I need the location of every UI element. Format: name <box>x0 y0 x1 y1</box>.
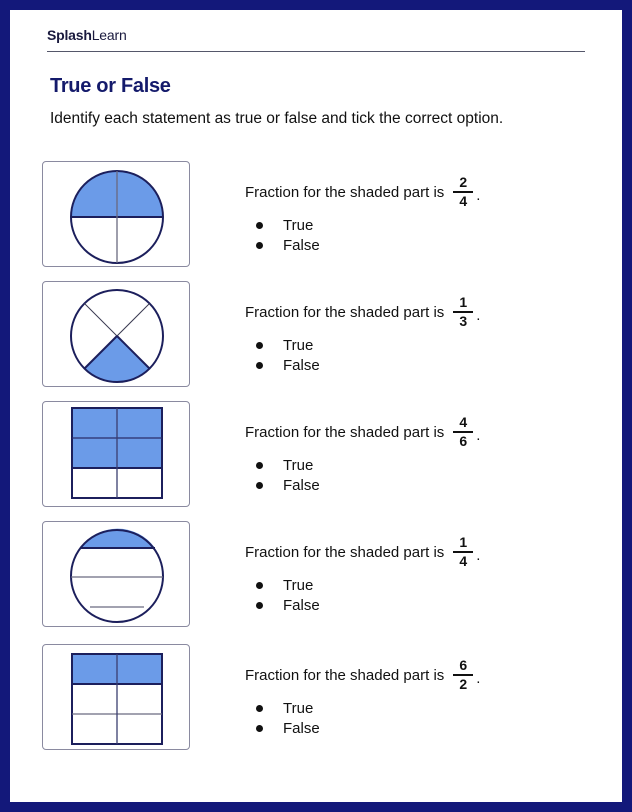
option-label: True <box>283 336 314 354</box>
period: . <box>476 669 481 687</box>
circle-strips-diagram <box>70 528 164 623</box>
period: . <box>476 186 481 204</box>
denominator: 4 <box>459 193 468 209</box>
fraction: 6 2 <box>453 657 474 692</box>
rectangle-grid-diagram <box>71 407 163 499</box>
numerator: 6 <box>459 657 468 673</box>
question-5: Fraction for the shaded part is 6 2 . Tr… <box>42 644 602 752</box>
logo-bold-part: Splash <box>47 27 92 43</box>
figure-4 <box>42 521 190 627</box>
statement-text: Fraction for the shaded part is <box>245 543 445 561</box>
circle-halves-diagram <box>70 170 164 264</box>
statement-5: Fraction for the shaded part is 6 2 . <box>245 658 480 692</box>
question-4: Fraction for the shaded part is 1 4 . Tr… <box>42 521 602 629</box>
option-label: True <box>283 456 314 474</box>
question-2: Fraction for the shaded part is 1 3 . Tr… <box>42 281 602 389</box>
option-label: False <box>283 596 320 614</box>
worksheet-title: True or False <box>50 75 171 97</box>
option-false[interactable]: False <box>252 595 320 615</box>
option-true[interactable]: True <box>252 335 320 355</box>
period: . <box>476 546 481 564</box>
denominator: 3 <box>459 313 468 329</box>
option-true[interactable]: True <box>252 215 320 235</box>
bullet-icon <box>256 221 263 229</box>
numerator: 1 <box>459 294 468 310</box>
worksheet-page: SplashLearn True or False Identify each … <box>10 10 622 802</box>
statement-4: Fraction for the shaded part is 1 4 . <box>245 535 480 569</box>
option-label: True <box>283 699 314 717</box>
option-false[interactable]: False <box>252 235 320 255</box>
option-label: True <box>283 576 314 594</box>
option-true[interactable]: True <box>252 455 320 475</box>
options-2: True False <box>252 335 320 375</box>
numerator: 1 <box>459 534 468 550</box>
statement-text: Fraction for the shaded part is <box>245 666 445 684</box>
options-1: True False <box>252 215 320 255</box>
bullet-icon <box>256 241 263 249</box>
bullet-icon <box>256 361 263 369</box>
numerator: 4 <box>459 414 468 430</box>
statement-text: Fraction for the shaded part is <box>245 423 445 441</box>
bullet-icon <box>256 461 263 469</box>
bullet-icon <box>256 581 263 589</box>
option-label: True <box>283 216 314 234</box>
divider-diagonal-a <box>84 303 118 337</box>
bullet-icon <box>256 481 263 489</box>
statement-text: Fraction for the shaded part is <box>245 303 445 321</box>
header-divider <box>47 51 585 52</box>
fraction: 1 4 <box>453 534 474 569</box>
denominator: 2 <box>459 676 468 692</box>
period: . <box>476 426 481 444</box>
instructions-text: Identify each statement as true or false… <box>50 110 504 127</box>
bullet-icon <box>256 341 263 349</box>
statement-3: Fraction for the shaded part is 4 6 . <box>245 415 480 449</box>
options-4: True False <box>252 575 320 615</box>
option-label: False <box>283 236 320 254</box>
figure-2 <box>42 281 190 387</box>
option-false[interactable]: False <box>252 355 320 375</box>
bullet-icon <box>256 704 263 712</box>
denominator: 6 <box>459 433 468 449</box>
splashlearn-logo: SplashLearn <box>47 27 127 43</box>
option-label: False <box>283 356 320 374</box>
option-label: False <box>283 476 320 494</box>
option-false[interactable]: False <box>252 475 320 495</box>
period: . <box>476 306 481 324</box>
rectangle-grid-diagram <box>71 653 163 745</box>
figure-3 <box>42 401 190 507</box>
bullet-icon <box>256 601 263 609</box>
statement-text: Fraction for the shaded part is <box>245 183 445 201</box>
option-true[interactable]: True <box>252 575 320 595</box>
option-true[interactable]: True <box>252 698 320 718</box>
fraction: 2 4 <box>453 174 474 209</box>
statement-1: Fraction for the shaded part is 2 4 . <box>245 175 480 209</box>
circle-diagonal-quarters-diagram <box>70 289 164 383</box>
logo-regular-part: Learn <box>91 27 127 43</box>
divider-diagonal-b <box>116 303 150 337</box>
fraction: 1 3 <box>453 294 474 329</box>
bullet-icon <box>256 724 263 732</box>
numerator: 2 <box>459 174 468 190</box>
fraction: 4 6 <box>453 414 474 449</box>
options-5: True False <box>252 698 320 738</box>
options-3: True False <box>252 455 320 495</box>
question-3: Fraction for the shaded part is 4 6 . Tr… <box>42 401 602 509</box>
figure-1 <box>42 161 190 267</box>
option-false[interactable]: False <box>252 718 320 738</box>
denominator: 4 <box>459 553 468 569</box>
figure-5 <box>42 644 190 750</box>
question-1: Fraction for the shaded part is 2 4 . Tr… <box>42 161 602 269</box>
option-label: False <box>283 719 320 737</box>
statement-2: Fraction for the shaded part is 1 3 . <box>245 295 480 329</box>
